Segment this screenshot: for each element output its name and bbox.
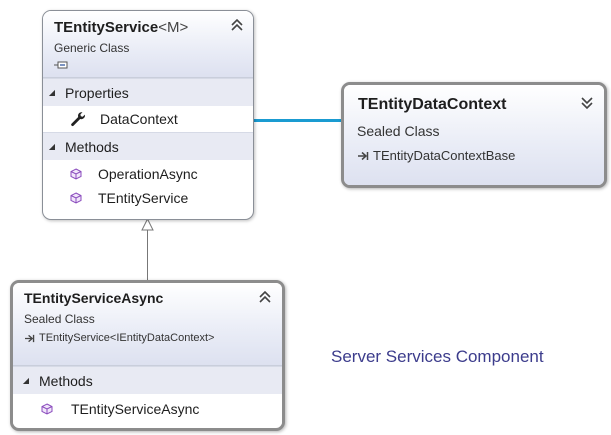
method-item[interactable]: TEntityServiceAsync <box>13 394 282 424</box>
section-label: Methods <box>65 138 119 155</box>
inherits-arrow-icon <box>358 151 369 160</box>
base-class-name: TEntityService<IEntityDataContext> <box>39 332 215 344</box>
section-methods[interactable]: ◢ Methods <box>43 132 253 160</box>
collapse-chevron-icon[interactable] <box>259 291 271 303</box>
inheritance-arrowhead <box>141 218 154 231</box>
class-title: TEntityService<M> <box>54 19 188 36</box>
expand-triangle-icon[interactable]: ◢ <box>43 142 61 151</box>
wrench-icon <box>71 112 85 127</box>
base-class-name: TEntityDataContextBase <box>373 148 516 163</box>
class-header: TEntityServiceAsync Sealed Class TEntity… <box>13 283 282 366</box>
generic-parameter: <M> <box>158 19 189 36</box>
section-methods[interactable]: ◢ Methods <box>13 366 282 394</box>
property-name: DataContext <box>100 111 178 127</box>
class-box-tentity-data-context[interactable]: TEntityDataContext Sealed Class TEntityD… <box>341 82 607 188</box>
method-cube-icon <box>70 192 82 204</box>
expand-chevron-icon[interactable] <box>581 97 593 109</box>
method-name: TEntityService <box>98 190 189 206</box>
class-kind: Sealed Class <box>357 123 440 139</box>
method-cube-icon <box>70 168 82 180</box>
class-name: TEntityService <box>54 19 159 36</box>
method-name: TEntityServiceAsync <box>71 401 200 417</box>
method-item[interactable]: TEntityService <box>43 186 253 210</box>
class-kind: Sealed Class <box>24 312 95 326</box>
class-header: TEntityDataContext Sealed Class TEntityD… <box>344 85 604 185</box>
collapse-chevron-icon[interactable] <box>231 19 243 31</box>
class-kind: Generic Class <box>54 41 130 55</box>
method-item[interactable]: OperationAsync <box>43 162 253 186</box>
class-name: TEntityDataContext <box>358 96 507 113</box>
base-class: TEntityService<IEntityDataContext> <box>24 332 214 344</box>
section-label: Properties <box>65 84 129 101</box>
diagram-caption: Server Services Component <box>331 347 544 366</box>
section-properties[interactable]: ◢ Properties <box>43 78 253 106</box>
expand-triangle-icon[interactable]: ◢ <box>17 376 35 385</box>
class-box-tentity-service[interactable]: TEntityService<M> Generic Class ◢ Proper… <box>42 10 254 220</box>
class-header: TEntityService<M> Generic Class <box>43 11 253 78</box>
expand-triangle-icon[interactable]: ◢ <box>43 88 61 97</box>
association-connector <box>252 119 344 122</box>
inheritance-connector <box>141 218 154 280</box>
base-class: TEntityDataContextBase <box>357 148 515 163</box>
method-name: OperationAsync <box>98 166 198 182</box>
property-item[interactable]: DataContext <box>43 106 253 132</box>
class-box-tentity-service-async[interactable]: TEntityServiceAsync Sealed Class TEntity… <box>10 280 285 431</box>
section-label: Methods <box>39 372 93 389</box>
generic-type-icon <box>54 61 68 69</box>
inherits-arrow-icon <box>25 334 35 342</box>
class-name: TEntityServiceAsync <box>24 290 164 306</box>
method-cube-icon <box>41 403 53 415</box>
